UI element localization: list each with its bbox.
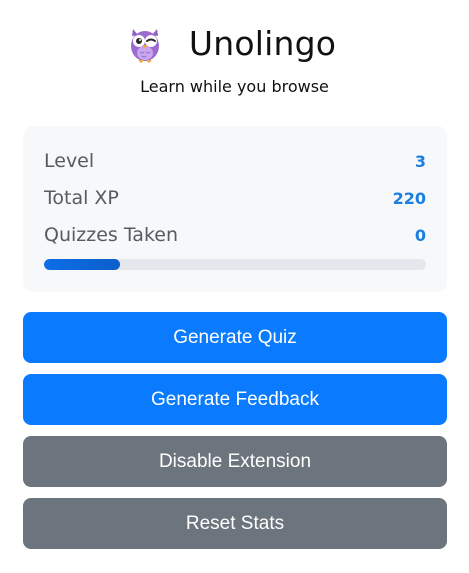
xp-progress-fill: [44, 259, 121, 270]
app-tagline: Learn while you browse: [140, 77, 329, 96]
stats-card: Level 3 Total XP 220 Quizzes Taken 0: [23, 126, 447, 292]
app-title: Unolingo: [188, 23, 337, 63]
stat-row-level: Level 3: [44, 148, 426, 174]
stat-row-xp: Total XP 220: [44, 185, 426, 211]
xp-value: 220: [392, 188, 426, 208]
xp-progress-bar: [44, 259, 426, 270]
app-header: Unolingo: [0, 18, 469, 68]
level-label: Level: [44, 150, 95, 172]
stat-row-quizzes: Quizzes Taken 0: [44, 222, 426, 248]
level-value: 3: [414, 151, 426, 171]
xp-label: Total XP: [44, 187, 119, 209]
quizzes-value: 0: [414, 225, 426, 245]
generate-quiz-button[interactable]: Generate Quiz: [23, 312, 447, 363]
quizzes-label: Quizzes Taken: [44, 224, 179, 246]
generate-feedback-button[interactable]: Generate Feedback: [23, 374, 447, 425]
owl-icon: [130, 29, 159, 63]
disable-extension-button[interactable]: Disable Extension: [23, 436, 447, 487]
reset-stats-button[interactable]: Reset Stats: [23, 498, 447, 549]
